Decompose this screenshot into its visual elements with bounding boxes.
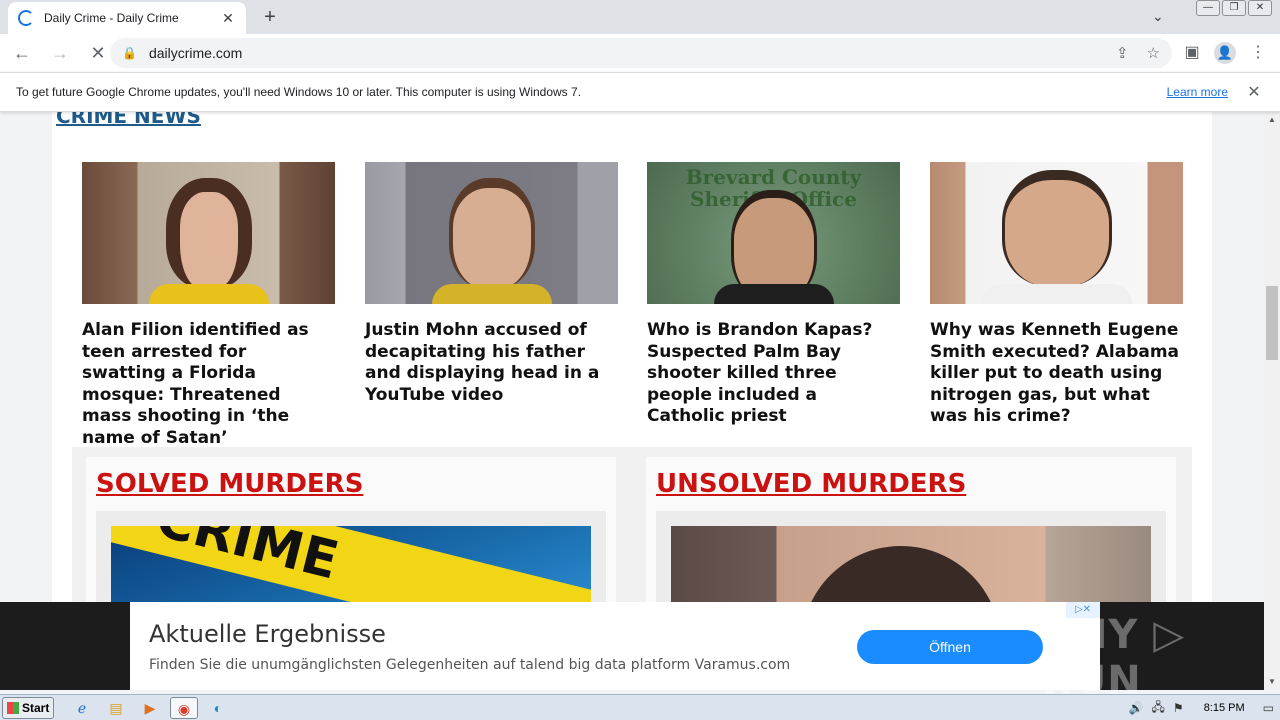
news-card[interactable]: Justin Mohn accused of decapitating his … bbox=[365, 162, 618, 406]
news-thumbnail[interactable] bbox=[365, 162, 618, 304]
volume-icon[interactable]: 🔊 bbox=[1129, 701, 1144, 715]
mugshot-shirt bbox=[981, 284, 1132, 304]
window-controls: — ❐ ✕ bbox=[1196, 0, 1272, 20]
restore-button[interactable]: ❐ bbox=[1222, 0, 1246, 16]
mugshot-image bbox=[448, 178, 535, 288]
url-text[interactable]: dailycrime.com bbox=[149, 45, 1098, 61]
back-arrow-icon[interactable]: ← bbox=[6, 37, 38, 69]
infobar-close-icon[interactable]: ✕ bbox=[1244, 82, 1264, 102]
learn-more-link[interactable]: Learn more bbox=[1167, 85, 1228, 99]
tab-title: Daily Crime - Daily Crime bbox=[44, 11, 179, 25]
loading-spinner-icon bbox=[18, 10, 34, 26]
internet-explorer-icon[interactable]: ℯ bbox=[68, 697, 96, 719]
news-headline[interactable]: Alan Filion identified as teen arrested … bbox=[82, 320, 335, 449]
bookmark-star-icon[interactable]: ☆ bbox=[1147, 44, 1160, 62]
news-headline[interactable]: Why was Kenneth Eugene Smith executed? A… bbox=[930, 320, 1183, 428]
side-panel-icon[interactable]: ▣ bbox=[1180, 38, 1204, 68]
system-tray: 🔊 🖧 ⚑ 8:15 PM ▭ bbox=[1129, 695, 1280, 720]
forward-arrow-icon[interactable]: → bbox=[44, 37, 76, 69]
tab-search-chevron-icon[interactable]: ⌄ bbox=[1152, 8, 1164, 25]
browser-toolbar: ← → ✕ 🔒 dailycrime.com ⇪ ☆ ▣ 👤 ⋮ bbox=[0, 34, 1280, 72]
unsolved-murders-title[interactable]: UNSOLVED MURDERS bbox=[656, 469, 966, 499]
news-thumbnail[interactable]: Brevard County Sheriff's Office bbox=[647, 162, 900, 304]
mugshot-image bbox=[165, 178, 252, 288]
news-thumbnail[interactable] bbox=[930, 162, 1183, 304]
action-center-flag-icon[interactable]: ⚑ bbox=[1173, 701, 1184, 715]
media-player-icon[interactable]: ▶ bbox=[136, 697, 164, 719]
news-headline[interactable]: Who is Brandon Kapas? Suspected Palm Bay… bbox=[647, 320, 900, 428]
toolbar-actions: ▣ 👤 ⋮ bbox=[1180, 38, 1270, 68]
solved-murders-title[interactable]: SOLVED MURDERS bbox=[96, 469, 363, 499]
anyrun-watermark: ANY ▷ RUN bbox=[1042, 612, 1186, 704]
edge-icon[interactable]: ◐ bbox=[204, 697, 232, 719]
windows-taskbar: Start ℯ ▤ ▶ ◉ ◐ 🔊 🖧 ⚑ 8:15 PM ▭ bbox=[0, 694, 1280, 720]
tab-close-icon[interactable]: ✕ bbox=[220, 10, 236, 27]
lock-icon[interactable]: 🔒 bbox=[122, 46, 137, 60]
new-tab-button[interactable]: + bbox=[258, 6, 282, 30]
start-label: Start bbox=[22, 700, 50, 715]
ad-text[interactable]: Finden Sie die unumgänglichsten Gelegenh… bbox=[149, 657, 790, 673]
ad-open-button[interactable]: Öffnen bbox=[857, 630, 1043, 664]
mugshot-image bbox=[1001, 170, 1112, 286]
ad-title[interactable]: Aktuelle Ergebnisse bbox=[149, 620, 386, 648]
scroll-down-arrow-icon[interactable]: ▼ bbox=[1264, 674, 1280, 690]
windows-flag-icon bbox=[7, 701, 19, 714]
infobar-message: To get future Google Chrome updates, you… bbox=[16, 85, 582, 99]
news-thumbnail[interactable] bbox=[82, 162, 335, 304]
news-card[interactable]: Brevard County Sheriff's Office Who is B… bbox=[647, 162, 900, 428]
file-explorer-icon[interactable]: ▤ bbox=[102, 697, 130, 719]
minimize-button[interactable]: — bbox=[1196, 0, 1220, 16]
start-button[interactable]: Start bbox=[2, 696, 54, 719]
scrollbar-thumb[interactable] bbox=[1266, 286, 1278, 360]
news-card[interactable]: Alan Filion identified as teen arrested … bbox=[82, 162, 335, 449]
address-bar[interactable]: 🔒 dailycrime.com ⇪ ☆ bbox=[110, 38, 1172, 68]
close-window-button[interactable]: ✕ bbox=[1248, 0, 1272, 16]
browser-tab[interactable]: Daily Crime - Daily Crime ✕ bbox=[8, 2, 246, 34]
profile-avatar-icon[interactable]: 👤 bbox=[1214, 42, 1236, 64]
network-icon[interactable]: 🖧 bbox=[1152, 698, 1165, 719]
news-headline[interactable]: Justin Mohn accused of decapitating his … bbox=[365, 320, 618, 406]
news-card[interactable]: Why was Kenneth Eugene Smith executed? A… bbox=[930, 162, 1183, 428]
show-desktop-icon[interactable]: ▭ bbox=[1263, 701, 1274, 715]
scroll-up-arrow-icon[interactable]: ▲ bbox=[1264, 112, 1280, 128]
tab-strip: Daily Crime - Daily Crime ✕ + ⌄ — ❐ ✕ bbox=[0, 0, 1280, 34]
kebab-menu-icon[interactable]: ⋮ bbox=[1246, 38, 1270, 68]
mugshot-shirt bbox=[431, 284, 552, 304]
mugshot-shirt bbox=[148, 284, 269, 304]
update-infobar: To get future Google Chrome updates, you… bbox=[0, 72, 1280, 112]
section-title-crime-news[interactable]: CRIME NEWS bbox=[56, 112, 201, 128]
mugshot-shirt bbox=[713, 284, 834, 304]
ad-content[interactable]: Aktuelle Ergebnisse Finden Sie die unumg… bbox=[130, 602, 1100, 690]
taskbar-clock[interactable]: 8:15 PM bbox=[1204, 702, 1245, 714]
share-icon[interactable]: ⇪ bbox=[1116, 44, 1129, 62]
page-scrollbar[interactable]: ▲ ▼ bbox=[1264, 112, 1280, 690]
chrome-taskbar-icon[interactable]: ◉ bbox=[170, 696, 198, 719]
ad-banner: Aktuelle Ergebnisse Finden Sie die unumg… bbox=[0, 602, 1264, 704]
